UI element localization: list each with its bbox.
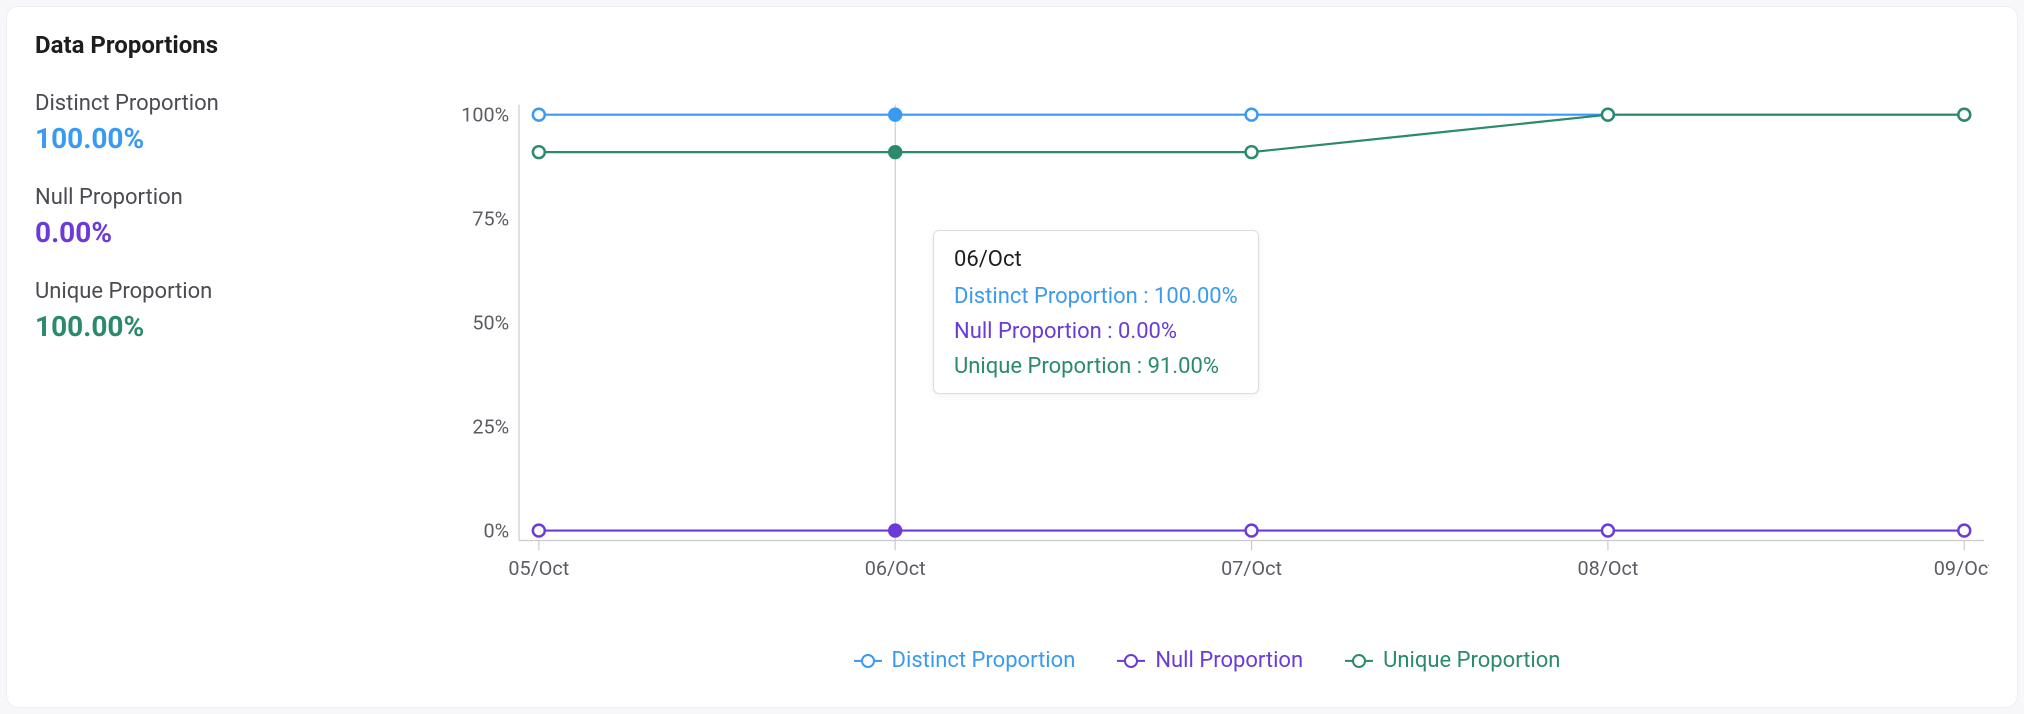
legend-label-null: Null Proportion <box>1155 648 1303 673</box>
x-label-4: 09/Oct <box>1934 557 1989 580</box>
marker-null-3 <box>1602 525 1614 537</box>
marker-unique-0 <box>533 146 545 158</box>
marker-unique-3 <box>1602 109 1614 121</box>
stat-distinct-value: 100.00% <box>35 122 415 155</box>
tooltip-title: 06/Oct <box>954 247 1238 272</box>
marker-null-1 <box>889 525 901 537</box>
stat-null: Null Proportion 0.00% <box>35 185 415 249</box>
marker-unique-1 <box>889 146 901 158</box>
legend-item-unique[interactable]: Unique Proportion <box>1345 648 1560 673</box>
x-label-3: 08/Oct <box>1577 557 1638 580</box>
content-row: Distinct Proportion 100.00% Null Proport… <box>35 85 1989 689</box>
data-proportions-card: Data Proportions Distinct Proportion 100… <box>6 6 2018 708</box>
stat-null-value: 0.00% <box>35 216 415 249</box>
marker-distinct-2 <box>1246 109 1258 121</box>
tooltip-row-unique: Unique Proportion : 91.00% <box>954 354 1238 379</box>
legend-marker-distinct-icon <box>854 654 882 668</box>
legend-item-null[interactable]: Null Proportion <box>1117 648 1303 673</box>
y-tick-75: 75% <box>472 208 509 231</box>
legend-marker-null-icon <box>1117 654 1145 668</box>
x-label-0: 05/Oct <box>508 557 569 580</box>
tooltip-row-null: Null Proportion : 0.00% <box>954 319 1238 344</box>
y-tick-50: 50% <box>472 312 509 335</box>
chart-area[interactable]: 100% 75% 50% 25% 0% 05/Oct 06/Oct 07/Oct… <box>425 85 1989 689</box>
marker-null-4 <box>1958 525 1970 537</box>
stat-null-label: Null Proportion <box>35 185 415 210</box>
marker-distinct-1 <box>889 109 901 121</box>
stats-column: Distinct Proportion 100.00% Null Proport… <box>35 85 415 689</box>
stat-distinct: Distinct Proportion 100.00% <box>35 91 415 155</box>
stat-unique: Unique Proportion 100.00% <box>35 279 415 343</box>
y-tick-25: 25% <box>472 416 509 439</box>
stat-distinct-label: Distinct Proportion <box>35 91 415 116</box>
legend-label-unique: Unique Proportion <box>1383 648 1560 673</box>
stat-unique-label: Unique Proportion <box>35 279 415 304</box>
x-label-2: 07/Oct <box>1221 557 1282 580</box>
card-title: Data Proportions <box>35 31 1989 59</box>
marker-unique-2 <box>1246 146 1258 158</box>
legend-item-distinct[interactable]: Distinct Proportion <box>854 648 1076 673</box>
y-tick-0: 0% <box>484 520 510 543</box>
chart-legend: Distinct Proportion Null Proportion Uniq… <box>425 648 1989 673</box>
tooltip-row-distinct: Distinct Proportion : 100.00% <box>954 284 1238 309</box>
marker-null-2 <box>1246 525 1258 537</box>
x-label-1: 06/Oct <box>865 557 926 580</box>
stat-unique-value: 100.00% <box>35 310 415 343</box>
marker-unique-4 <box>1958 109 1970 121</box>
legend-marker-unique-icon <box>1345 654 1373 668</box>
marker-distinct-0 <box>533 109 545 121</box>
marker-null-0 <box>533 525 545 537</box>
y-tick-100: 100% <box>461 104 509 127</box>
chart-tooltip: 06/Oct Distinct Proportion : 100.00% Nul… <box>933 230 1259 394</box>
legend-label-distinct: Distinct Proportion <box>892 648 1076 673</box>
